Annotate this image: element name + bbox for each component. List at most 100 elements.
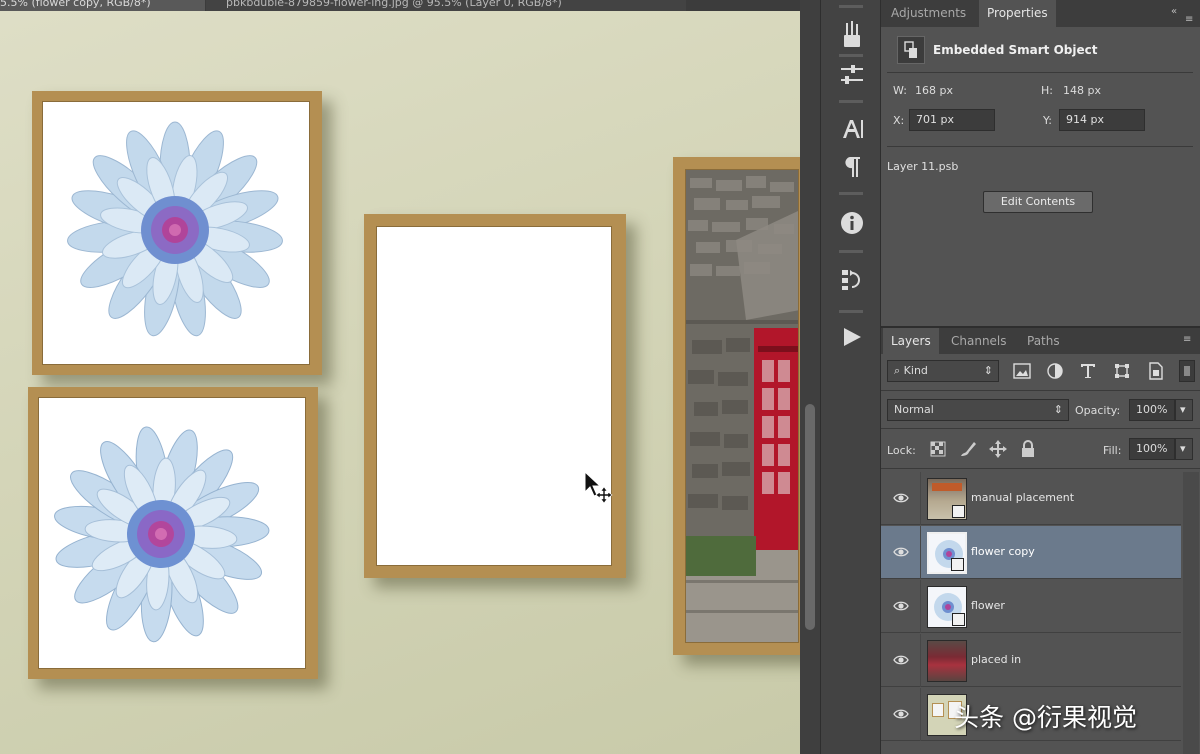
dock-separator [839, 54, 863, 57]
visibility-eye-icon[interactable] [893, 598, 909, 614]
opacity-label: Opacity: [1075, 404, 1121, 417]
search-icon: ⌕ [894, 364, 901, 377]
filter-adjustment-icon[interactable] [1044, 360, 1066, 382]
watermark-text: 头条 @衍果视觉 [954, 703, 1137, 732]
properties-tab-bar: Adjustments Properties « ≡ [881, 0, 1200, 27]
thumb-detail [932, 483, 962, 491]
smart-object-badge-icon [952, 613, 965, 626]
play-action-icon[interactable] [835, 320, 869, 354]
document-canvas[interactable] [0, 11, 800, 754]
divider [887, 72, 1193, 73]
y-position-field[interactable]: 914 px [1059, 109, 1145, 131]
tab-paths[interactable]: Paths [1019, 328, 1068, 354]
document-tab-bar: 5.5% (flower copy, RGB/8*) pbkbduble-879… [0, 0, 800, 11]
frame-mat [42, 101, 310, 365]
smart-object-badge-icon [951, 558, 964, 571]
photoshop-window: 5.5% (flower copy, RGB/8*) pbkbduble-879… [0, 0, 1200, 754]
divider [881, 390, 1200, 391]
flower-frame-bottom[interactable] [28, 387, 318, 679]
lock-label: Lock: [887, 444, 916, 457]
visibility-eye-icon[interactable] [893, 544, 909, 560]
layer-thumbnail [927, 640, 967, 682]
layer-row-flower-copy[interactable]: flower copy [881, 526, 1181, 579]
flower-frame-top[interactable] [32, 91, 322, 375]
layer-row-placed-in[interactable]: placed in [881, 634, 1181, 687]
character-icon[interactable] [835, 112, 869, 146]
layers-panel: Layers Channels Paths ≡ ⌕ Kind ⇕ Normal … [880, 326, 1200, 754]
tab-adjustments[interactable]: Adjustments [883, 0, 974, 27]
smart-object-header: Embedded Smart Object [895, 34, 1185, 66]
frame-mat [376, 226, 612, 566]
phone-booth-photo [686, 170, 798, 642]
adjust-sliders-icon[interactable] [835, 58, 869, 92]
dock-separator [839, 250, 863, 253]
frame-mat [38, 397, 306, 669]
opacity-field[interactable]: 100% [1129, 399, 1175, 421]
fill-dropdown-arrow-icon[interactable]: ▾ [1175, 438, 1193, 460]
scrollbar-thumb[interactable] [805, 404, 815, 630]
y-label: Y: [1043, 114, 1052, 127]
layers-scrollbar[interactable] [1183, 472, 1199, 754]
height-label: H: [1041, 84, 1053, 97]
tab-properties[interactable]: Properties [979, 0, 1056, 27]
visibility-eye-icon[interactable] [893, 490, 909, 506]
document-tab-active[interactable]: 5.5% (flower copy, RGB/8*) [0, 0, 205, 11]
paragraph-icon[interactable] [835, 150, 869, 184]
brush-presets-icon[interactable] [835, 18, 869, 52]
x-position-field[interactable]: 701 px [909, 109, 995, 131]
panel-collapse-icon[interactable]: « [1171, 6, 1177, 17]
divider [881, 428, 1200, 429]
tab-layers[interactable]: Layers [883, 328, 939, 354]
filter-pixel-icon[interactable] [1011, 360, 1033, 382]
empty-frame[interactable] [364, 214, 626, 578]
layer-name[interactable]: manual placement [971, 491, 1074, 504]
edit-contents-button[interactable]: Edit Contents [983, 191, 1093, 213]
move-cursor-icon [584, 471, 613, 504]
canvas-vertical-scrollbar[interactable] [800, 0, 820, 754]
opacity-dropdown-arrow-icon[interactable]: ▾ [1175, 399, 1193, 421]
dock-separator [839, 5, 863, 8]
width-value[interactable]: 168 px [915, 84, 953, 97]
lock-position-icon[interactable] [987, 438, 1009, 460]
lock-image-pixels-icon[interactable] [957, 438, 979, 460]
smart-object-file-name: Layer 11.psb [887, 160, 959, 173]
tab-channels[interactable]: Channels [943, 328, 1015, 354]
history-icon[interactable] [835, 262, 869, 296]
filter-toggle-switch[interactable] [1179, 360, 1195, 382]
gerbera-flower-image [67, 121, 283, 337]
visibility-eye-icon[interactable] [893, 706, 909, 722]
layer-name[interactable]: flower [971, 599, 1005, 612]
select-arrow-icon: ⇕ [1053, 403, 1063, 416]
dock-separator [839, 192, 863, 195]
layer-row-manual-placement[interactable]: manual placement [881, 472, 1181, 525]
info-icon[interactable] [835, 206, 869, 240]
lock-transparent-pixels-icon[interactable] [927, 438, 949, 460]
dock-separator [839, 100, 863, 103]
lock-all-icon[interactable] [1017, 438, 1039, 460]
filter-shape-icon[interactable] [1111, 360, 1133, 382]
layer-thumbnail [927, 532, 967, 574]
panel-menu-icon[interactable]: ≡ [1185, 14, 1193, 25]
gerbera-flower-image [54, 426, 270, 643]
width-label: W: [893, 84, 907, 97]
phone-booth-frame[interactable] [673, 157, 800, 655]
layer-row-flower[interactable]: flower [881, 580, 1181, 633]
layer-filter-select[interactable]: ⌕ Kind ⇕ [887, 360, 999, 382]
fill-field[interactable]: 100% [1129, 438, 1175, 460]
properties-panel: Adjustments Properties « ≡ Embedded Smar… [880, 0, 1200, 326]
x-label: X: [893, 114, 905, 127]
height-value[interactable]: 148 px [1063, 84, 1101, 97]
filter-smart-object-icon[interactable] [1145, 360, 1167, 382]
blend-mode-value: Normal [894, 403, 934, 416]
blend-mode-select[interactable]: Normal ⇕ [887, 399, 1069, 421]
filter-type-icon[interactable] [1077, 360, 1099, 382]
smart-object-badge-icon [952, 505, 965, 518]
divider [881, 468, 1200, 469]
layer-name[interactable]: placed in [971, 653, 1021, 666]
panel-menu-icon[interactable]: ≡ [1183, 334, 1191, 345]
document-tab-inactive[interactable]: pbkbduble-879859-flower-ing.jpg @ 95.5% … [206, 0, 686, 11]
visibility-eye-icon[interactable] [893, 652, 909, 668]
layer-name[interactable]: flower copy [971, 545, 1035, 558]
select-arrow-icon: ⇕ [983, 364, 993, 377]
divider [887, 146, 1193, 147]
